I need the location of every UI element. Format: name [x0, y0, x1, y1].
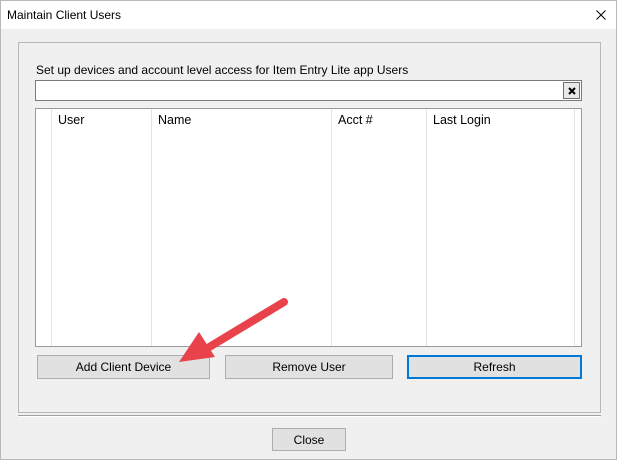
footer-separator — [18, 415, 601, 417]
column-last-login[interactable]: Last Login — [427, 109, 575, 346]
add-client-device-button[interactable]: Add Client Device — [37, 355, 210, 379]
remove-user-button[interactable]: Remove User — [225, 355, 393, 379]
filter-field — [35, 80, 582, 101]
window-close-button[interactable] — [586, 1, 616, 29]
description-label: Set up devices and account level access … — [36, 63, 409, 77]
users-grid[interactable]: User Name Acct # Last Login — [35, 108, 582, 347]
column-user[interactable]: User — [52, 109, 152, 346]
column-header-acct[interactable]: Acct # — [338, 113, 373, 127]
column-header-user[interactable]: User — [58, 113, 84, 127]
column-name[interactable]: Name — [152, 109, 332, 346]
refresh-button[interactable]: Refresh — [407, 355, 582, 379]
filter-clear-button[interactable] — [563, 82, 580, 99]
row-selector-column — [36, 109, 52, 346]
close-button[interactable]: Close — [272, 428, 346, 451]
title-bar: Maintain Client Users — [1, 1, 616, 29]
window-title: Maintain Client Users — [7, 8, 122, 22]
column-acct[interactable]: Acct # — [332, 109, 427, 346]
column-header-last-login[interactable]: Last Login — [433, 113, 491, 127]
filter-input[interactable] — [36, 81, 569, 98]
clear-x-icon — [567, 86, 576, 95]
close-x-icon — [596, 10, 606, 20]
maintain-client-users-dialog: Maintain Client Users Set up devices and… — [0, 0, 617, 460]
column-header-name[interactable]: Name — [158, 113, 191, 127]
